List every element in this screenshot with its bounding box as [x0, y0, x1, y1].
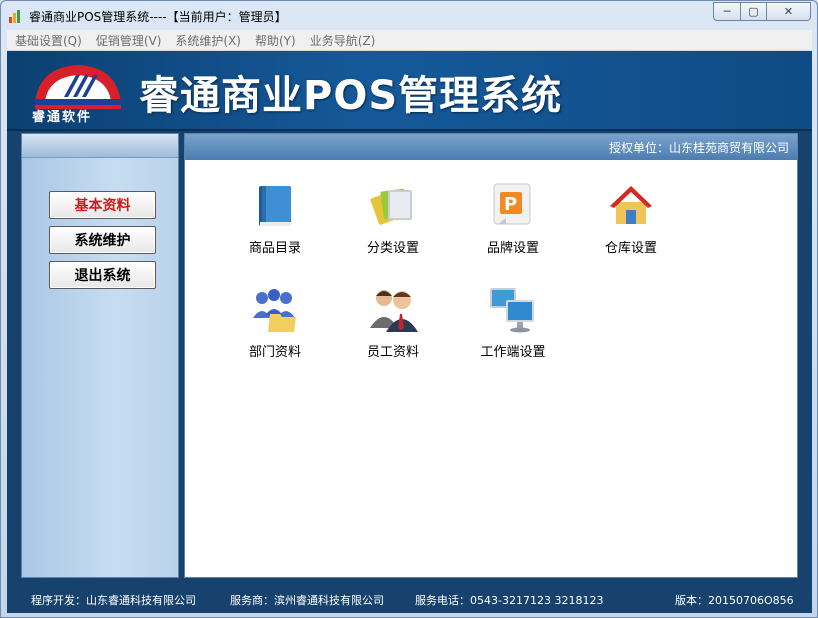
- header-title: 睿通商业POS管理系统: [139, 73, 563, 119]
- svg-text:P: P: [504, 194, 517, 215]
- folders-icon: [370, 188, 412, 225]
- book-icon: [259, 186, 291, 226]
- warehouse-icon: [610, 186, 652, 224]
- main-panel-header: 授权单位：山东桂苑商贸有限公司: [185, 134, 797, 160]
- service-provider-info: 服务商：滨州睿通科技有限公司: [230, 594, 384, 607]
- brand-icon: P: [493, 183, 531, 225]
- logo-text: 睿通软件: [31, 110, 92, 125]
- tile-product-catalog[interactable]: 商品目录: [225, 180, 325, 260]
- tile-employee-data[interactable]: 员工资料: [343, 284, 443, 364]
- tile-brand-settings[interactable]: P 品牌设置: [463, 180, 563, 260]
- version-info: 版本：20150706O856: [675, 594, 794, 607]
- sidebar-button-system-maintenance[interactable]: 系统维护: [49, 226, 156, 254]
- tile-workstation-settings[interactable]: 工作端设置: [463, 284, 563, 364]
- main-panel: 授权单位：山东桂苑商贸有限公司 商品目录 分类设置 P 品牌设置 仓库设置 部门…: [184, 133, 798, 578]
- department-icon: [253, 289, 296, 332]
- sidebar-header: [22, 134, 178, 158]
- menu-business-nav[interactable]: 业务导航(Z): [310, 32, 376, 49]
- menu-system-maintenance[interactable]: 系统维护(X): [175, 32, 241, 49]
- employees-icon: [370, 290, 418, 332]
- close-button[interactable]: ✕: [766, 2, 811, 21]
- workstation-icon: [490, 288, 534, 333]
- tile-label: 员工资料: [366, 345, 419, 360]
- sidebar-button-exit[interactable]: 退出系统: [49, 261, 156, 289]
- tile-label: 仓库设置: [604, 241, 657, 256]
- app-window: 睿通商业POS管理系统----【当前用户：管理员】 ─ ▢ ✕ 基础设置(Q) …: [0, 0, 818, 618]
- service-phone-info: 服务电话：0543-3217123 3218123: [415, 594, 604, 607]
- menu-basic-settings[interactable]: 基础设置(Q): [15, 32, 82, 49]
- menu-promotion[interactable]: 促销管理(V): [96, 32, 162, 49]
- menu-help[interactable]: 帮助(Y): [255, 32, 296, 49]
- tile-category-settings[interactable]: 分类设置: [343, 180, 443, 260]
- app-header: 睿通软件 睿通商业POS管理系统: [7, 51, 812, 131]
- window-title: 睿通商业POS管理系统----【当前用户：管理员】: [29, 10, 287, 24]
- window-controls: ─ ▢ ✕: [713, 2, 811, 22]
- maximize-button[interactable]: ▢: [740, 2, 766, 21]
- tile-label: 分类设置: [366, 241, 419, 256]
- tile-warehouse-settings[interactable]: 仓库设置: [581, 180, 681, 260]
- developer-info: 程序开发：山东睿通科技有限公司: [31, 594, 196, 607]
- tile-department-data[interactable]: 部门资料: [225, 284, 325, 364]
- tile-label: 部门资料: [248, 345, 301, 360]
- menu-bar: 基础设置(Q) 促销管理(V) 系统维护(X) 帮助(Y) 业务导航(Z): [7, 30, 812, 51]
- minimize-button[interactable]: ─: [713, 2, 740, 21]
- tile-label: 工作端设置: [480, 345, 546, 360]
- authorized-unit: 授权单位：山东桂苑商贸有限公司: [608, 140, 789, 155]
- status-bar: 程序开发：山东睿通科技有限公司 服务商：滨州睿通科技有限公司 服务电话：0543…: [7, 583, 812, 613]
- client-area: 睿通软件 睿通商业POS管理系统 基本资料 系统维护 退出系统 授权单位：山东桂…: [7, 51, 812, 613]
- tile-label: 商品目录: [248, 241, 301, 256]
- sidebar: 基本资料 系统维护 退出系统: [21, 133, 179, 578]
- sidebar-button-basic-data[interactable]: 基本资料: [49, 191, 156, 219]
- title-bar[interactable]: 睿通商业POS管理系统----【当前用户：管理员】 ─ ▢ ✕: [1, 1, 817, 30]
- app-chart-icon: [9, 9, 23, 23]
- tile-label: 品牌设置: [486, 241, 539, 256]
